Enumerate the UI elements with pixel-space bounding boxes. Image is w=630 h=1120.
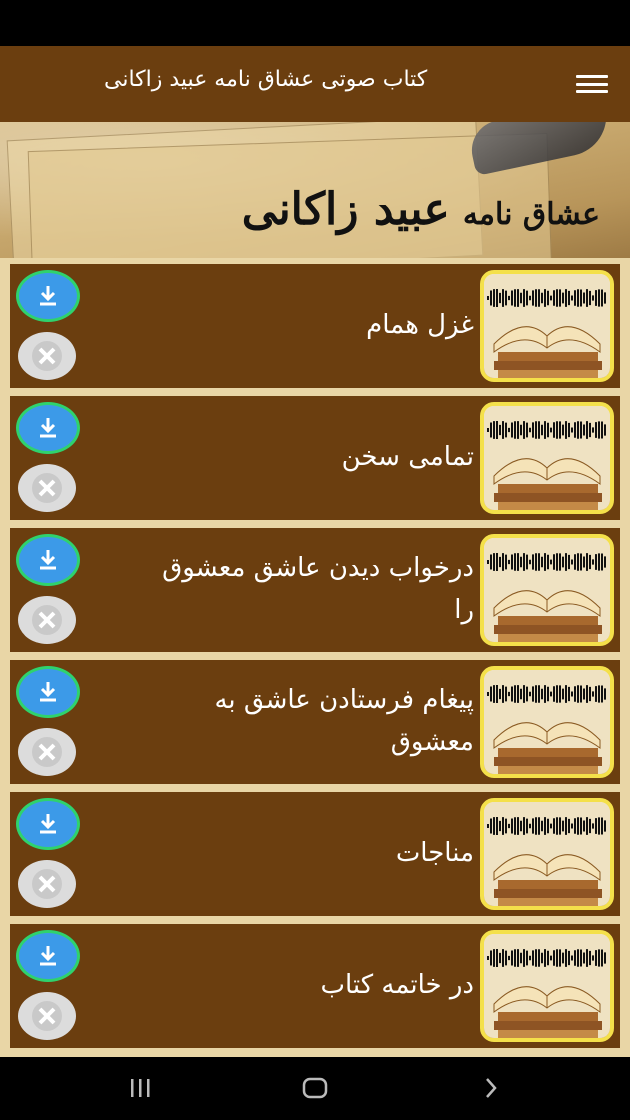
book-waveform-thumbnail[interactable]: [480, 270, 614, 382]
download-icon[interactable]: [16, 666, 80, 718]
download-icon[interactable]: [16, 534, 80, 586]
list-item[interactable]: پیغام فرستادن عاشق به معشوق: [10, 660, 620, 784]
banner-title-small: عشاق نامه: [462, 197, 600, 232]
close-icon[interactable]: [18, 728, 76, 776]
book-waveform-thumbnail[interactable]: [480, 402, 614, 514]
header-banner: عشاق نامه عبید زاکانی: [0, 122, 630, 258]
list-item[interactable]: در خاتمه کتاب: [10, 924, 620, 1048]
close-icon[interactable]: [18, 596, 76, 644]
list-item-title: در خاتمه کتاب: [320, 970, 475, 1001]
recents-icon[interactable]: [120, 1073, 160, 1103]
download-icon[interactable]: [16, 270, 80, 322]
list-item[interactable]: درخواب دیدن عاشق معشوق را: [10, 528, 620, 652]
list-item[interactable]: غزل همام: [10, 264, 620, 388]
banner-title: عشاق نامه عبید زاکانی: [242, 184, 600, 235]
close-icon[interactable]: [18, 860, 76, 908]
status-bar: [0, 0, 630, 46]
list-item-title: درخواب دیدن عاشق معشوق را: [162, 553, 474, 625]
download-icon[interactable]: [16, 930, 80, 982]
list-item-title: مناجات: [395, 838, 474, 869]
banner-title-large: عبید زاکانی: [241, 184, 450, 235]
book-waveform-thumbnail[interactable]: [480, 666, 614, 778]
close-icon[interactable]: [18, 464, 76, 512]
list-item-title: پیغام فرستادن عاشق به معشوق: [214, 685, 474, 757]
list-item-title: غزل همام: [366, 310, 474, 341]
back-icon[interactable]: [470, 1073, 510, 1103]
download-icon[interactable]: [16, 798, 80, 850]
download-icon[interactable]: [16, 402, 80, 454]
book-waveform-thumbnail[interactable]: [480, 534, 614, 646]
book-waveform-thumbnail[interactable]: [480, 798, 614, 910]
app-title: کتاب صوتی عشاق نامه عبید زاکانی: [104, 67, 428, 92]
list-item-title: تمامی سخن: [341, 442, 474, 473]
close-icon[interactable]: [18, 992, 76, 1040]
list-item[interactable]: تمامی سخن: [10, 396, 620, 520]
app-bar: کتاب صوتی عشاق نامه عبید زاکانی: [0, 46, 630, 122]
book-waveform-thumbnail[interactable]: [480, 930, 614, 1042]
system-nav-bar: [0, 1057, 630, 1120]
hamburger-menu-icon[interactable]: [576, 72, 608, 96]
close-icon[interactable]: [18, 332, 76, 380]
home-icon[interactable]: [295, 1073, 335, 1103]
list-item[interactable]: مناجات: [10, 792, 620, 916]
